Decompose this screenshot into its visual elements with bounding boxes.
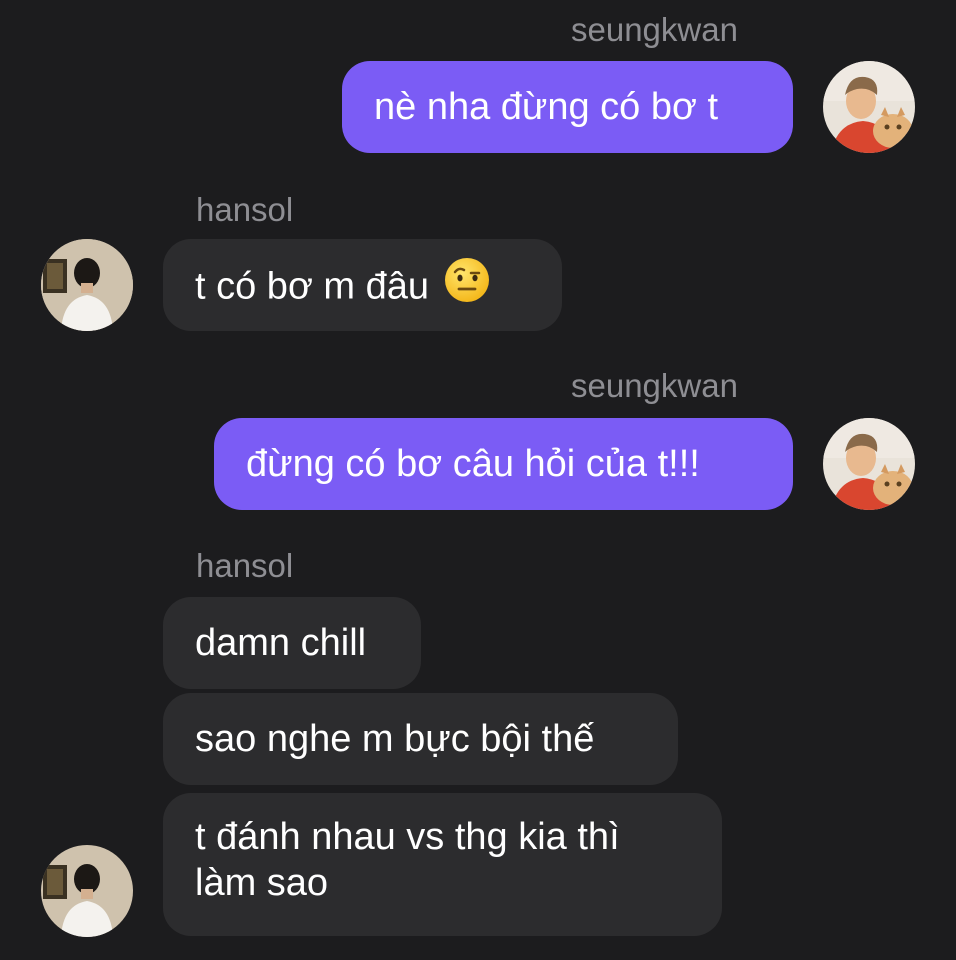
avatar-hansol[interactable] bbox=[41, 845, 133, 937]
raised-eyebrow-emoji-icon bbox=[443, 256, 491, 315]
avatar-photo bbox=[823, 61, 915, 153]
message-text: damn chill bbox=[195, 622, 367, 664]
message-text: sao nghe m bực bội thế bbox=[195, 718, 595, 760]
message-bubble-incoming[interactable]: sao nghe m bực bội thế bbox=[163, 693, 678, 785]
message-text: t có bơ m đâu bbox=[195, 265, 430, 308]
avatar-photo bbox=[41, 239, 133, 331]
avatar-photo bbox=[823, 418, 915, 510]
avatar-seungkwan[interactable] bbox=[823, 61, 915, 153]
message-bubble-incoming[interactable]: t đánh nhau vs thg kia thì làm sao bbox=[163, 793, 722, 936]
message-bubble-outgoing[interactable]: đừng có bơ câu hỏi của t!!! bbox=[214, 418, 793, 510]
message-text: t đánh nhau vs thg kia thì làm sao bbox=[195, 816, 620, 904]
avatar-seungkwan[interactable] bbox=[823, 418, 915, 510]
sender-name: seungkwan bbox=[571, 11, 738, 48]
message-text: nè nha đừng có bơ t bbox=[374, 86, 719, 128]
avatar-hansol[interactable] bbox=[41, 239, 133, 331]
message-bubble-incoming[interactable]: damn chill bbox=[163, 597, 421, 689]
message-bubble-incoming[interactable]: t có bơ m đâu bbox=[163, 239, 562, 331]
message-bubble-outgoing[interactable]: nè nha đừng có bơ t bbox=[342, 61, 793, 153]
message-text: đừng có bơ câu hỏi của t!!! bbox=[246, 443, 700, 485]
sender-name: seungkwan bbox=[571, 367, 738, 404]
avatar-photo bbox=[41, 845, 133, 937]
sender-name: hansol bbox=[196, 547, 294, 584]
sender-name: hansol bbox=[196, 191, 294, 228]
